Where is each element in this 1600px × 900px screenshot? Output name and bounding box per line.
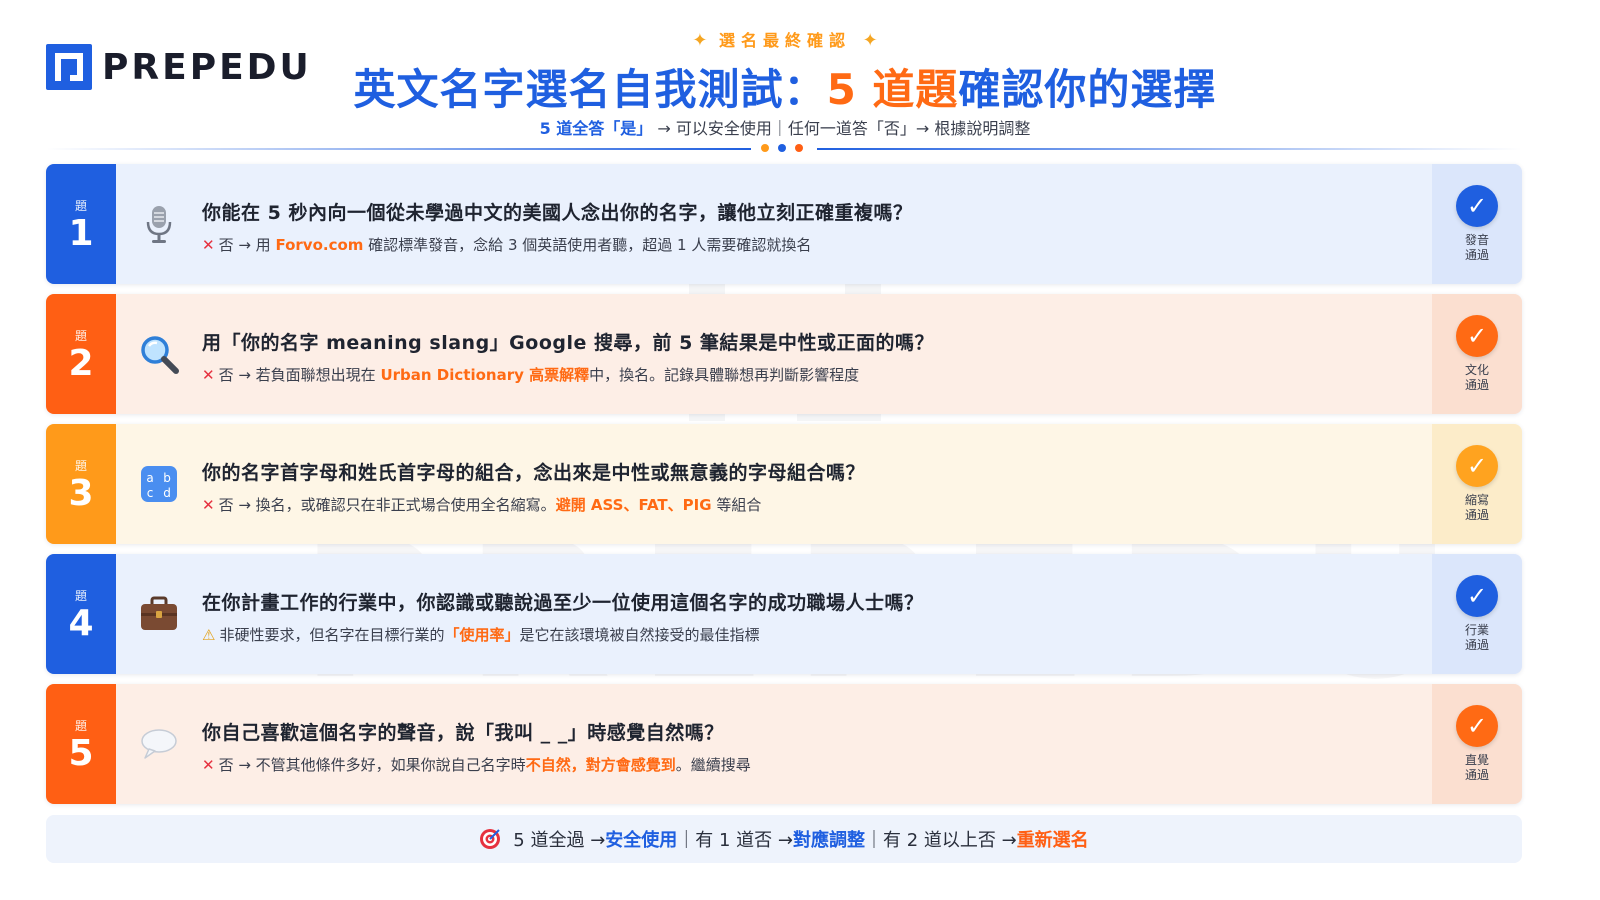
title-part2: 5 道題: [826, 65, 959, 114]
question-number-label: 題: [74, 458, 87, 473]
question-row-3: 題 3 a b c d 你的名字首字母和姓氏首字母的組合，念出來是中性或無意義的…: [46, 424, 1522, 544]
svg-text:a: a: [146, 471, 153, 485]
check-icon: ✓: [1456, 185, 1498, 227]
question-number-badge: 題 5: [46, 684, 116, 804]
status-cell: ✓ 行業通過: [1432, 554, 1522, 674]
question-number: 3: [68, 472, 94, 514]
question-number: 1: [68, 212, 94, 254]
status-cell: ✓ 文化通過: [1432, 294, 1522, 414]
check-icon: ✓: [1456, 315, 1498, 357]
answer-text: 否 → 換名，或確認只在非正式場合使用全名縮寫。: [218, 496, 556, 514]
header-divider: [46, 144, 1522, 152]
status-cell: ✓ 縮寫通過: [1432, 424, 1522, 544]
status-label: 發音通過: [1464, 233, 1489, 262]
question-number-label: 題: [74, 718, 87, 733]
check-icon: ✓: [1456, 575, 1498, 617]
page-kicker: ✦ 選名最終確認 ✦: [0, 27, 1570, 51]
question-text: 用「你的名字 meaning slang」Google 搜尋，前 5 筆結果是中…: [202, 332, 934, 354]
status-cell: ✓ 直覺通過: [1432, 684, 1522, 804]
question-text: 你自己喜歡這個名字的聲音，說「我叫 _ _」時感覺自然嗎？: [202, 722, 724, 744]
summary-highlight: 重新選名: [1016, 830, 1089, 851]
answer-hint: ⚠ 非硬性要求，但名字在目標行業的「使用率」是它在該環境被自然接受的最佳指標: [202, 624, 1432, 645]
divider-dot: [795, 144, 803, 152]
question-number: 4: [68, 602, 94, 644]
question-number-label: 題: [74, 588, 87, 603]
page-subtitle: 5 道全答「是」 → 可以安全使用｜任何一道答「否」→ 根據說明調整: [0, 115, 1570, 139]
answer-hint: ✕ 否 → 用 Forvo.com 確認標準發音，念給 3 個英語使用者聽，超過 …: [202, 234, 1432, 255]
svg-text:c: c: [147, 486, 154, 500]
microphone-icon: [146, 206, 172, 243]
question-row-2: 題 2 用「你的名字 meaning slang」Google 搜尋，前 5 筆…: [46, 294, 1522, 414]
question-list: 題 1 你能在 5 秒內向一個從未學過中文的美國人念出你的名字，讓他立刻正確重複…: [46, 164, 1522, 814]
answer-text: 中，換名。記錄具體聯想再判斷影響程度: [589, 366, 860, 384]
speech-bubble-icon: [141, 729, 177, 759]
divider-dot: [778, 144, 786, 152]
title-part1: 英文名字選名自我測試：: [353, 65, 827, 114]
answer-text: 確認標準發音，念給 3 個英語使用者聽，超過 1 人需要確認就換名: [363, 236, 812, 254]
subtitle-part1: 5 道全答「是」: [539, 119, 653, 138]
question-row-5: 題 5 你自己喜歡這個名字的聲音，說「我叫 _ _」時感覺自然嗎？ ✕ 否 → 不…: [46, 684, 1522, 804]
question-row-1: 題 1 你能在 5 秒內向一個從未學過中文的美國人念出你的名字，讓他立刻正確重複…: [46, 164, 1522, 284]
question-number-badge: 題 3: [46, 424, 116, 544]
question-number: 5: [68, 732, 94, 774]
cross-icon: ✕: [202, 756, 215, 774]
status-label: 文化通過: [1464, 363, 1489, 392]
answer-text: 否 → 用: [218, 236, 276, 254]
answer-hint: ✕ 否 → 不管其他條件多好，如果你說自己名字時不自然，對方會感覺到。繼續搜尋: [202, 754, 1432, 775]
status-cell: ✓ 發音通過: [1432, 164, 1522, 284]
summary-highlight: 對應調整: [792, 830, 865, 851]
warning-icon: ⚠: [202, 626, 216, 644]
answer-hint: ✕ 否 → 若負面聯想出現在 Urban Dictionary 高票解釋中，換名。…: [202, 364, 1432, 385]
status-label: 縮寫通過: [1464, 493, 1489, 522]
question-number-label: 題: [74, 328, 87, 343]
title-part3: 確認你的選擇: [958, 65, 1217, 114]
star-icon: ✦: [862, 30, 878, 51]
check-icon: ✓: [1456, 705, 1498, 747]
cross-icon: ✕: [202, 496, 215, 514]
kicker-text: 選名最終確認: [718, 31, 851, 50]
answer-hint: ✕ 否 → 換名，或確認只在非正式場合使用全名縮寫。避開 ASS、FAT、PIG …: [202, 494, 1432, 515]
summary-text: ｜有 2 道以上否 →: [864, 830, 1017, 851]
answer-text: 等組合: [711, 496, 762, 514]
cross-icon: ✕: [202, 366, 215, 384]
summary-text: 5 道全過 →: [513, 830, 606, 851]
summary-highlight: 安全使用: [605, 830, 678, 851]
question-row-4: 題 4 在你計畫工作的行業中，你認識或聽說過至少一位使用這個名字的成功職場人士嗎…: [46, 554, 1522, 674]
question-number-badge: 題 1: [46, 164, 116, 284]
status-label: 行業通過: [1464, 623, 1489, 652]
question-number-label: 題: [74, 198, 87, 213]
answer-highlight: 「使用率」: [444, 626, 520, 644]
summary-text: ｜有 1 道否 →: [677, 830, 793, 851]
subtitle-part2: → 可以安全使用｜任何一道答「否」→ 根據說明調整: [652, 119, 1031, 138]
status-label: 直覺通過: [1464, 753, 1489, 782]
cross-icon: ✕: [202, 236, 215, 254]
answer-highlight: 避開 ASS、FAT、PIG: [555, 496, 712, 514]
page-title: 英文名字選名自我測試：5 道題確認你的選擇: [0, 56, 1570, 117]
target-icon: [480, 829, 501, 849]
svg-text:d: d: [163, 486, 171, 500]
question-number: 2: [68, 342, 94, 384]
question-number-badge: 題 4: [46, 554, 116, 674]
question-text: 你的名字首字母和姓氏首字母的組合，念出來是中性或無意義的字母組合嗎？: [202, 462, 866, 484]
question-text: 在你計畫工作的行業中，你認識或聽說過至少一位使用這個名字的成功職場人士嗎？: [202, 592, 924, 614]
magnifier-icon: [141, 336, 179, 374]
divider-dot: [761, 144, 769, 152]
abcd-icon: a b c d: [141, 466, 177, 502]
question-number-badge: 題 2: [46, 294, 116, 414]
star-icon: ✦: [692, 30, 708, 51]
answer-text: 。繼續搜尋: [675, 756, 751, 774]
check-icon: ✓: [1456, 445, 1498, 487]
answer-text: 否 → 若負面聯想出現在: [218, 366, 381, 384]
answer-text: 否 → 不管其他條件多好，如果你說自己名字時: [218, 756, 526, 774]
answer-highlight: Forvo.com: [275, 236, 364, 254]
answer-highlight: 不自然，對方會感覺到: [525, 756, 676, 774]
question-text: 你能在 5 秒內向一個從未學過中文的美國人念出你的名字，讓他立刻正確重複嗎？: [202, 202, 913, 224]
briefcase-icon: [141, 596, 177, 630]
answer-highlight: Urban Dictionary 高票解釋: [380, 366, 590, 384]
summary-bar: 5 道全過 → 安全使用 ｜有 1 道否 → 對應調整 ｜有 2 道以上否 → …: [46, 815, 1522, 863]
svg-text:b: b: [163, 471, 171, 485]
answer-text: 是它在該環境被自然接受的最佳指標: [519, 626, 760, 644]
answer-text: 非硬性要求，但名字在目標行業的: [219, 626, 445, 644]
